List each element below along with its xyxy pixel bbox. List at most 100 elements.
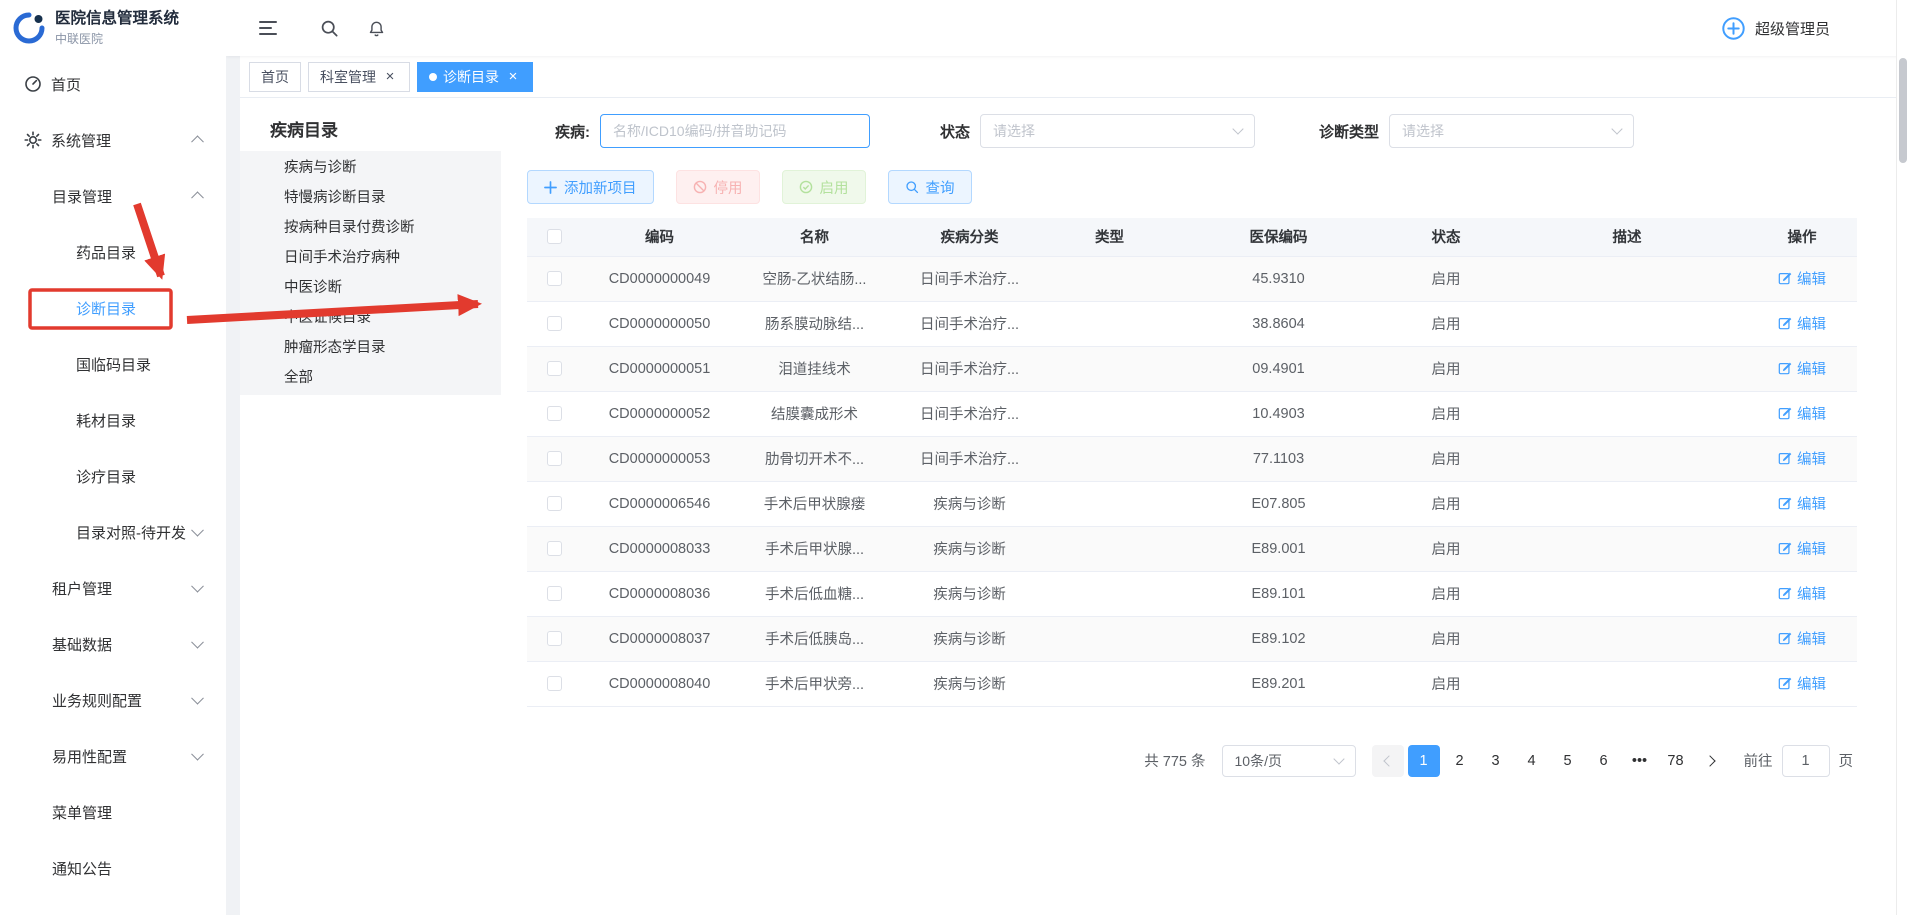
sidebar-item[interactable]: 首页 [0, 56, 226, 112]
page-button[interactable]: ••• [1624, 745, 1656, 777]
column-header: 医保编码 [1172, 218, 1385, 256]
row-checkbox[interactable] [547, 676, 562, 691]
tree-item[interactable]: 日间手术治疗病种 [240, 243, 501, 273]
page-button[interactable]: 5 [1552, 745, 1584, 777]
sidebar-item[interactable]: 诊疗目录 [0, 448, 226, 504]
edit-button[interactable]: 编辑 [1778, 313, 1826, 334]
sidebar-item[interactable]: 基础数据 [0, 616, 226, 672]
sidebar-item[interactable]: 诊断目录 [0, 280, 226, 336]
row-checkbox-cell [527, 571, 582, 616]
cell-type [1047, 436, 1172, 481]
page-button[interactable]: 4 [1516, 745, 1548, 777]
enable-button[interactable]: 启用 [782, 170, 866, 204]
cell-insurance-code: 38.8604 [1172, 301, 1385, 346]
cell-name: 泪道挂线术 [737, 346, 892, 391]
row-checkbox[interactable] [547, 496, 562, 511]
sidebar-item[interactable]: 易用性配置 [0, 728, 226, 784]
sidebar-item[interactable]: 药品目录 [0, 224, 226, 280]
page-size-value: 10条/页 [1235, 751, 1282, 771]
edit-button[interactable]: 编辑 [1778, 358, 1826, 379]
search-icon[interactable] [320, 19, 339, 38]
tab-close-icon[interactable]: × [382, 69, 398, 85]
cell-status: 启用 [1385, 571, 1507, 616]
edit-button[interactable]: 编辑 [1778, 403, 1826, 424]
row-checkbox[interactable] [547, 631, 562, 646]
goto-page-input[interactable] [1782, 745, 1830, 777]
cell-actions: 编辑 [1747, 661, 1857, 706]
cell-name: 手术后甲状腺瘘 [737, 481, 892, 526]
prev-page-button[interactable] [1372, 745, 1404, 777]
user-menu[interactable]: 超级管理员 [1721, 16, 1830, 41]
page-button[interactable]: 6 [1588, 745, 1620, 777]
edit-icon [1778, 406, 1792, 420]
edit-button[interactable]: 编辑 [1778, 583, 1826, 604]
toolbar: 添加新项目 停用 启用 [527, 170, 1857, 204]
row-checkbox[interactable] [547, 586, 562, 601]
row-checkbox[interactable] [547, 541, 562, 556]
sidebar-item[interactable]: 目录管理 [0, 168, 226, 224]
edit-button[interactable]: 编辑 [1778, 673, 1826, 694]
hamburger-icon[interactable] [258, 19, 278, 37]
cell-type [1047, 301, 1172, 346]
cell-description [1507, 481, 1747, 526]
top-header: 超级管理员 [226, 0, 1910, 56]
row-checkbox[interactable] [547, 271, 562, 286]
table-row: CD0000008033 手术后甲状腺... 疾病与诊断 E89.001 启用 [527, 526, 1857, 571]
edit-icon [1778, 586, 1792, 600]
cell-category: 疾病与诊断 [892, 661, 1047, 706]
table-row: CD0000000052 结膜囊成形术 日间手术治疗... 10.4903 启用 [527, 391, 1857, 436]
row-checkbox[interactable] [547, 451, 562, 466]
sidebar-item[interactable]: 业务规则配置 [0, 672, 226, 728]
add-item-button[interactable]: 添加新项目 [527, 170, 654, 204]
sidebar-item[interactable]: 国临码目录 [0, 336, 226, 392]
tab[interactable]: 首页 × [249, 62, 301, 92]
edit-button[interactable]: 编辑 [1778, 268, 1826, 289]
edit-icon [1778, 496, 1792, 510]
tree-item[interactable]: 按病种目录付费诊断 [240, 213, 501, 243]
cell-status: 启用 [1385, 256, 1507, 301]
sidebar-item[interactable]: 耗材目录 [0, 392, 226, 448]
page-button[interactable]: 3 [1480, 745, 1512, 777]
query-button[interactable]: 查询 [888, 170, 972, 204]
edit-button[interactable]: 编辑 [1778, 538, 1826, 559]
tree-item[interactable]: 特慢病诊断目录 [240, 183, 501, 213]
page-button[interactable]: 2 [1444, 745, 1476, 777]
next-page-button[interactable] [1696, 745, 1728, 777]
column-header: 状态 [1385, 218, 1507, 256]
edit-button[interactable]: 编辑 [1778, 448, 1826, 469]
cell-actions: 编辑 [1747, 301, 1857, 346]
tab[interactable]: 诊断目录 × [417, 62, 533, 92]
sidebar-item[interactable]: 目录对照-待开发 [0, 504, 226, 560]
cell-status: 启用 [1385, 481, 1507, 526]
sidebar-item[interactable]: 菜单管理 [0, 784, 226, 840]
sidebar-item[interactable]: 通知公告 [0, 840, 226, 896]
edit-button[interactable]: 编辑 [1778, 628, 1826, 649]
page-button[interactable]: 78 [1660, 745, 1692, 777]
row-checkbox[interactable] [547, 406, 562, 421]
select-all-checkbox[interactable] [547, 229, 562, 244]
disable-button[interactable]: 停用 [676, 170, 760, 204]
sidebar-item[interactable]: 租户管理 [0, 560, 226, 616]
disease-search-input[interactable] [600, 114, 870, 148]
tree-item[interactable]: 中医证候目录 [240, 303, 501, 333]
tab[interactable]: 科室管理 × [308, 62, 410, 92]
tree-item[interactable]: 肿瘤形态学目录 [240, 333, 501, 363]
scrollbar-thumb[interactable] [1899, 58, 1907, 163]
tree-item[interactable]: 疾病与诊断 [240, 153, 501, 183]
row-checkbox[interactable] [547, 361, 562, 376]
tab-close-icon[interactable]: × [505, 69, 521, 85]
tabs-bar: 首页 × 科室管理 × 诊断目录 × [240, 56, 1910, 98]
sidebar-item[interactable]: 系统管理 [0, 112, 226, 168]
page-button[interactable]: 1 [1408, 745, 1440, 777]
cell-category: 日间手术治疗... [892, 391, 1047, 436]
edit-button[interactable]: 编辑 [1778, 493, 1826, 514]
bell-icon[interactable] [367, 19, 386, 38]
page-size-select[interactable]: 10条/页 [1222, 745, 1356, 777]
row-checkbox-cell [527, 436, 582, 481]
tree-item[interactable]: 中医诊断 [240, 273, 501, 303]
diagnosis-type-select[interactable]: 请选择 [1389, 114, 1634, 148]
cell-code: CD0000000051 [582, 346, 737, 391]
status-select[interactable]: 请选择 [980, 114, 1255, 148]
tree-item[interactable]: 全部 [240, 363, 501, 393]
row-checkbox[interactable] [547, 316, 562, 331]
